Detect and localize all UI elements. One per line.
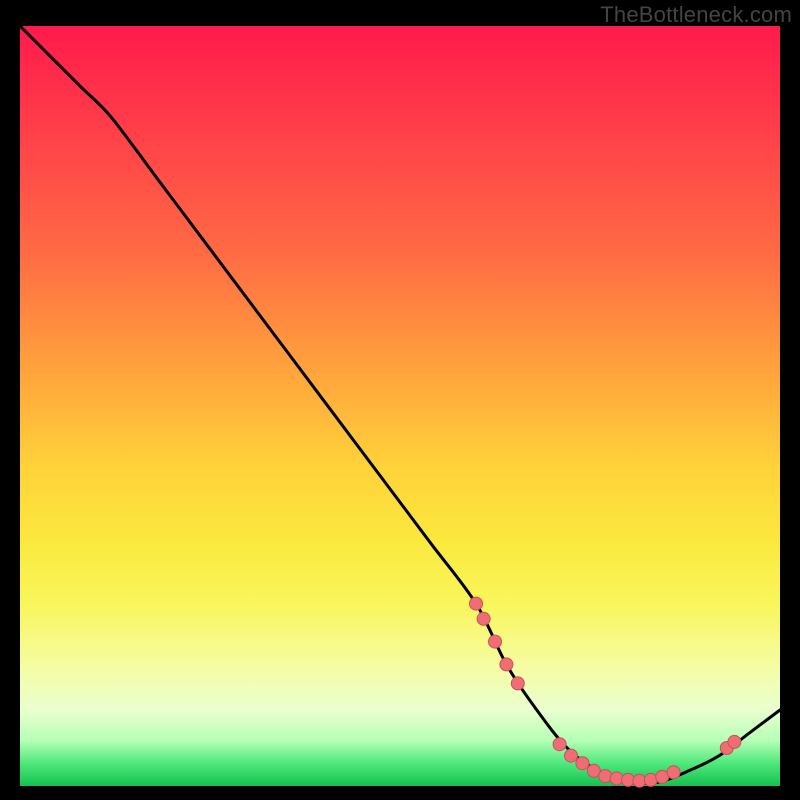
highlight-dot <box>511 677 524 690</box>
highlight-dot <box>477 612 490 625</box>
bottleneck-curve <box>20 26 780 784</box>
highlight-dot <box>667 766 680 779</box>
highlight-dot <box>644 773 657 786</box>
highlight-dot <box>553 738 566 751</box>
highlight-dot <box>565 749 578 762</box>
chart-svg <box>20 26 780 786</box>
highlight-dot <box>470 597 483 610</box>
chart-frame: TheBottleneck.com <box>0 0 800 800</box>
plot-area <box>20 26 780 786</box>
highlight-dots-group <box>470 597 741 787</box>
highlight-dot <box>489 635 502 648</box>
highlight-dot <box>576 757 589 770</box>
watermark-text: TheBottleneck.com <box>600 2 792 28</box>
highlight-dot <box>610 772 623 785</box>
highlight-dot <box>500 658 513 671</box>
highlight-dot <box>599 770 612 783</box>
highlight-dot <box>728 735 741 748</box>
